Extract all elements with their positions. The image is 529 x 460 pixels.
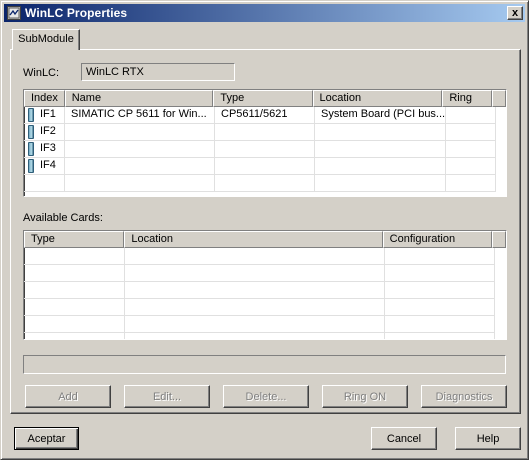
ring-cell [446, 124, 496, 141]
location-cell [315, 124, 446, 141]
empty-cell [385, 265, 495, 282]
index-text: IF2 [40, 125, 56, 137]
column-header-type[interactable]: Type [24, 231, 125, 248]
index-text: IF1 [40, 108, 56, 120]
tab-submodule-label: SubModule [18, 33, 74, 45]
table-row-empty [24, 299, 506, 316]
type-cell [215, 158, 315, 175]
index-text: IF3 [40, 142, 56, 154]
edit-button[interactable]: Edit... [124, 385, 210, 408]
location-cell [315, 141, 446, 158]
available-cards-label: Available Cards: [23, 212, 103, 224]
empty-cell [24, 282, 125, 299]
empty-cell [385, 316, 495, 333]
empty-cell [24, 316, 125, 333]
name-cell: SIMATIC CP 5611 for Win... [65, 107, 215, 124]
name-cell [65, 141, 215, 158]
empty-cell [125, 316, 385, 333]
empty-cell [385, 333, 495, 339]
index-text: IF4 [40, 159, 56, 171]
winlc-field: WinLC RTX [81, 63, 235, 81]
name-cell [65, 124, 215, 141]
empty-cell [24, 299, 125, 316]
column-header-filler [492, 231, 506, 248]
table-row-empty [24, 316, 506, 333]
column-header-name[interactable]: Name [64, 90, 214, 107]
empty-cell [446, 175, 496, 192]
empty-cell [24, 248, 125, 265]
close-icon: x [511, 6, 519, 19]
empty-cell [385, 282, 495, 299]
title-bar[interactable]: WinLC Properties x [4, 4, 525, 22]
properties-window: WinLC Properties x SubModule WinLC: WinL… [0, 0, 529, 460]
table-row-empty [24, 333, 506, 339]
index-cell: IF2 [24, 124, 65, 141]
available-cards-list[interactable]: Type Location Configuration [23, 230, 507, 340]
app-icon[interactable] [7, 6, 21, 20]
table-row[interactable]: IF3 [24, 141, 506, 158]
empty-cell [385, 299, 495, 316]
status-bar [23, 355, 506, 374]
ring-cell [446, 158, 496, 175]
empty-cell [215, 175, 315, 192]
close-button[interactable]: x [507, 6, 523, 20]
table-row[interactable]: IF2 [24, 124, 506, 141]
empty-cell [24, 175, 65, 192]
table-row-empty [24, 265, 506, 282]
interface-icon [28, 159, 34, 173]
empty-cell [125, 248, 385, 265]
add-button[interactable]: Add [25, 385, 111, 408]
location-cell: System Board (PCI bus... [315, 107, 446, 124]
table-row-empty [24, 175, 506, 192]
diagnostics-button[interactable]: Diagnostics [421, 385, 507, 408]
type-cell: CP5611/5621 [215, 107, 315, 124]
column-header-location[interactable]: Location [124, 231, 383, 248]
empty-cell [315, 175, 446, 192]
empty-cell [24, 333, 125, 339]
table-row[interactable]: IF1 SIMATIC CP 5611 for Win... CP5611/56… [24, 107, 506, 124]
interface-icon [28, 125, 34, 139]
empty-cell [24, 265, 125, 282]
type-cell [215, 124, 315, 141]
empty-cell [65, 175, 215, 192]
interface-icon [28, 142, 34, 156]
column-header-index[interactable]: Index [24, 90, 65, 107]
name-cell [65, 158, 215, 175]
index-cell: IF3 [24, 141, 65, 158]
empty-cell [125, 299, 385, 316]
column-header-type[interactable]: Type [213, 90, 313, 107]
column-header-filler [491, 90, 506, 107]
tab-submodule[interactable]: SubModule [12, 29, 80, 50]
window-title: WinLC Properties [25, 6, 128, 20]
accept-button[interactable]: Aceptar [14, 427, 79, 450]
winlc-value: WinLC RTX [86, 66, 144, 78]
ring-on-button[interactable]: Ring ON [322, 385, 408, 408]
index-cell: IF1 [24, 107, 65, 124]
winlc-label: WinLC: [23, 67, 60, 79]
location-cell [315, 158, 446, 175]
table-row-empty [24, 248, 506, 265]
help-button[interactable]: Help [455, 427, 521, 450]
ring-cell [446, 141, 496, 158]
ring-cell [446, 107, 496, 124]
available-cards-header: Type Location Configuration [24, 231, 506, 248]
column-header-location[interactable]: Location [312, 90, 443, 107]
submodule-list-header: Index Name Type Location Ring [24, 90, 506, 107]
type-cell [215, 141, 315, 158]
delete-button[interactable]: Delete... [223, 385, 309, 408]
empty-cell [125, 265, 385, 282]
column-header-configuration[interactable]: Configuration [382, 231, 492, 248]
index-cell: IF4 [24, 158, 65, 175]
table-row[interactable]: IF4 [24, 158, 506, 175]
empty-cell [385, 248, 495, 265]
interface-icon [28, 108, 34, 122]
cancel-button[interactable]: Cancel [371, 427, 437, 450]
column-header-ring[interactable]: Ring [442, 90, 492, 107]
empty-cell [125, 282, 385, 299]
submodule-list[interactable]: Index Name Type Location Ring IF1 SIMATI… [23, 89, 507, 197]
empty-cell [125, 333, 385, 339]
table-row-empty [24, 282, 506, 299]
